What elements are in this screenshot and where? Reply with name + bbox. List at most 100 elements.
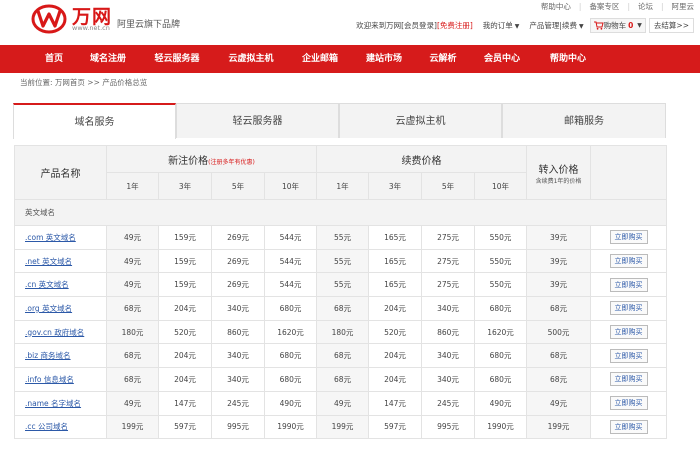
nav-home[interactable]: 首页 [30, 45, 78, 73]
col-transfer-note: 含续费1年的价格 [535, 177, 582, 185]
price-cell: 68元 [316, 367, 369, 392]
buy-now-button[interactable]: 立即购买 [609, 301, 648, 316]
logo-tagline: 阿里云旗下品牌 [117, 20, 181, 30]
product-link[interactable]: .cn 英文域名 [25, 280, 69, 289]
checkout-button[interactable]: 去结算>> [648, 18, 694, 33]
wanwang-logo-icon [31, 4, 67, 34]
price-cell: 550元 [474, 225, 527, 250]
nav-light-server[interactable]: 轻云服务器 [144, 45, 210, 73]
price-cell: 500元 [526, 319, 591, 345]
product-link[interactable]: .net 英文域名 [25, 257, 72, 266]
cart-button[interactable]: 购物车 0 ▼ [589, 18, 646, 33]
price-cell: 204元 [368, 296, 422, 321]
year-header: 10年 [474, 172, 527, 200]
price-cell: 159元 [158, 225, 212, 250]
nav-cloud-dns[interactable]: 云解析 [420, 45, 466, 73]
price-cell: 340元 [211, 296, 265, 321]
price-cell: 180元 [316, 319, 369, 345]
product-manage-menu[interactable]: 产品管理|续费 ▼ [529, 20, 583, 31]
register-link[interactable]: [免费注册] [437, 20, 473, 31]
price-cell: 275元 [421, 248, 475, 274]
product-link[interactable]: .info 信息域名 [25, 375, 74, 384]
price-cell: 597元 [158, 414, 212, 440]
price-cell: 597元 [368, 414, 422, 440]
price-cell: 680元 [474, 343, 527, 369]
price-cell: 147元 [158, 390, 212, 416]
price-cell: 275元 [421, 225, 475, 250]
price-cell: 55元 [316, 248, 369, 274]
buy-now-button[interactable]: 立即购买 [609, 277, 648, 292]
nav-virtual-host[interactable]: 云虚拟主机 [218, 45, 284, 73]
buy-now-button[interactable]: 立即购买 [609, 396, 648, 411]
my-orders-menu[interactable]: 我的订单 ▼ [483, 20, 520, 31]
price-cell: 550元 [474, 248, 527, 274]
divider: | [660, 2, 664, 11]
tab-light-server[interactable]: 轻云服务器 [176, 103, 339, 138]
nav-domain-register[interactable]: 域名注册 [80, 45, 136, 73]
col-new-price: 新注价格(注册多年有优惠) [106, 145, 317, 173]
section-title: 英文域名 [14, 199, 667, 226]
table-row: .gov.cn 政府域名 180元 520元 860元 1620元 180元 520元 860… [14, 319, 667, 345]
action-cell: 立即购买 [590, 272, 667, 298]
year-header: 3年 [368, 172, 422, 200]
price-cell: 860元 [211, 319, 265, 345]
table-row: .biz 商务域名 68元 204元 340元 680元 68元 204元 340元 680元 6… [14, 343, 667, 369]
top-link-help[interactable]: 帮助中心 [541, 1, 571, 12]
price-cell: 204元 [368, 343, 422, 369]
price-cell: 199元 [316, 414, 369, 440]
nav-member-center[interactable]: 会员中心 [474, 45, 530, 73]
top-links: 帮助中心 | 备案专区 | 论坛 | 阿里云 [541, 1, 694, 12]
price-cell: 55元 [316, 272, 369, 298]
price-cell: 204元 [368, 367, 422, 392]
site-logo[interactable]: 万网 www.net.cn 阿里云旗下品牌 [30, 0, 205, 40]
top-link-aliyun[interactable]: 阿里云 [672, 1, 695, 12]
tab-mail[interactable]: 邮箱服务 [502, 103, 666, 138]
price-cell: 49元 [106, 225, 159, 250]
product-link[interactable]: .biz 商务域名 [25, 351, 71, 360]
product-link[interactable]: .gov.cn 政府域名 [25, 328, 84, 337]
product-name-cell: .org 英文域名 [14, 296, 107, 321]
buy-now-button[interactable]: 立即购买 [609, 254, 648, 269]
buy-now-button[interactable]: 立即购买 [609, 348, 648, 363]
col-new-price-note: (注册多年有优惠) [208, 158, 255, 166]
buy-now-button[interactable]: 立即购买 [609, 230, 648, 245]
action-cell: 立即购买 [590, 248, 667, 274]
price-cell: 245元 [421, 390, 475, 416]
price-cell: 165元 [368, 248, 422, 274]
top-link-forum[interactable]: 论坛 [638, 1, 653, 12]
main-nav: 首页 域名注册 轻云服务器 云虚拟主机 企业邮箱 建站市场 云解析 会员中心 帮… [0, 45, 700, 73]
price-cell: 39元 [526, 248, 591, 274]
price-cell: 275元 [421, 272, 475, 298]
product-manage-label: 产品管理|续费 [529, 21, 577, 30]
product-link[interactable]: .name 名字域名 [25, 399, 81, 408]
tab-virtual-host[interactable]: 云虚拟主机 [339, 103, 502, 138]
price-cell: 159元 [158, 248, 212, 274]
price-cell: 68元 [316, 296, 369, 321]
logo-url: www.net.cn [72, 24, 110, 32]
nav-site-market[interactable]: 建站市场 [356, 45, 412, 73]
price-cell: 165元 [368, 272, 422, 298]
top-link-beian[interactable]: 备案专区 [589, 1, 619, 12]
price-cell: 49元 [526, 390, 591, 416]
buy-now-button[interactable]: 立即购买 [609, 372, 648, 387]
product-link[interactable]: .com 英文域名 [25, 233, 76, 242]
nav-help-center[interactable]: 帮助中心 [540, 45, 596, 73]
buy-now-button[interactable]: 立即购买 [609, 325, 648, 340]
product-name-cell: .biz 商务域名 [14, 343, 107, 369]
col-renew-price: 续费价格 [316, 145, 527, 173]
year-header: 1年 [316, 172, 369, 200]
col-transfer-label: 转入价格 [538, 164, 579, 176]
price-cell: 340元 [421, 343, 475, 369]
buy-now-button[interactable]: 立即购买 [609, 419, 648, 434]
col-product-name: 产品名称 [14, 145, 107, 200]
price-cell: 520元 [158, 319, 212, 345]
login-link[interactable]: [会员登录] [401, 20, 437, 31]
year-header: 10年 [264, 172, 317, 200]
nav-enterprise-mail[interactable]: 企业邮箱 [292, 45, 348, 73]
product-link[interactable]: .cc 公司域名 [25, 422, 68, 431]
price-cell: 680元 [264, 367, 317, 392]
product-link[interactable]: .org 英文域名 [25, 304, 72, 313]
tab-domain[interactable]: 域名服务 [13, 103, 176, 139]
welcome-text: 欢迎来到万网 [356, 21, 402, 30]
price-cell: 159元 [158, 272, 212, 298]
